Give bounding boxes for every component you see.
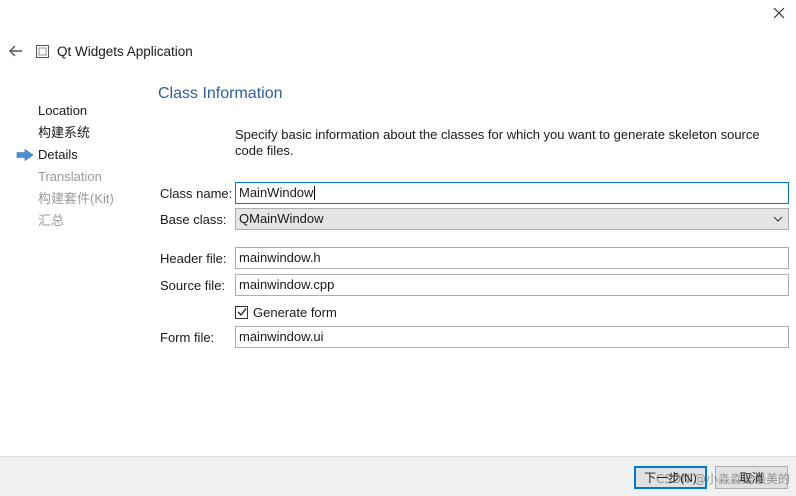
chevron-down-icon — [771, 216, 785, 222]
generate-form-label: Generate form — [253, 304, 337, 320]
step-label: Details — [38, 147, 78, 162]
step-kits: 构建套件(Kit) — [16, 188, 136, 210]
generate-form-checkbox[interactable] — [235, 305, 248, 319]
step-label: Location — [38, 103, 88, 118]
watermark: CSDN @小淼淼是最美的 — [655, 472, 790, 486]
step-label: Translation — [38, 169, 102, 184]
generate-form-checkbox-row[interactable]: Generate form — [235, 303, 337, 321]
form-file-label: Form file: — [160, 329, 215, 345]
back-button[interactable] — [6, 41, 26, 61]
current-step-arrow-icon — [16, 144, 38, 166]
step-details: Details — [16, 144, 136, 166]
class-name-input[interactable]: MainWindow — [235, 182, 789, 204]
application-icon — [35, 43, 51, 59]
step-summary: 汇总 — [16, 210, 136, 232]
header-file-row: Header file: mainwindow.h — [160, 247, 789, 269]
base-class-value: QMainWindow — [239, 211, 324, 226]
step-translation: Translation — [16, 166, 136, 188]
base-class-row: Base class: QMainWindow — [160, 208, 789, 230]
source-file-input[interactable]: mainwindow.cpp — [235, 274, 789, 296]
header-file-value: mainwindow.h — [239, 250, 321, 265]
step-build-system: 构建系统 — [16, 122, 136, 144]
form-file-input[interactable]: mainwindow.ui — [235, 326, 789, 348]
class-name-value: MainWindow — [239, 185, 314, 200]
form-file-row: Form file: mainwindow.ui — [160, 326, 789, 348]
page-title: Class Information — [158, 85, 283, 102]
arrow-left-icon — [9, 45, 22, 57]
step-location: Location — [16, 100, 136, 122]
close-icon — [773, 7, 785, 19]
wizard-header: Qt Widgets Application — [6, 40, 193, 62]
checkmark-icon — [237, 308, 247, 317]
source-file-row: Source file: mainwindow.cpp — [160, 274, 789, 296]
page-description: Specify basic information about the clas… — [235, 127, 760, 158]
header-file-label: Header file: — [160, 250, 227, 266]
class-name-label: Class name: — [160, 185, 233, 201]
source-file-value: mainwindow.cpp — [239, 277, 335, 292]
wizard-steps: Location 构建系统 Details Translation 构建套件(K… — [16, 100, 136, 232]
step-label: 构建套件(Kit) — [38, 191, 114, 206]
text-caret — [314, 186, 316, 200]
close-button[interactable] — [768, 3, 790, 23]
form-file-value: mainwindow.ui — [239, 329, 324, 344]
step-label: 构建系统 — [38, 125, 91, 140]
base-class-select[interactable]: QMainWindow — [235, 208, 789, 230]
window-title: Qt Widgets Application — [57, 43, 193, 59]
source-file-label: Source file: — [160, 277, 226, 293]
step-label: 汇总 — [38, 213, 65, 228]
class-name-row: Class name: MainWindow — [160, 182, 789, 204]
header-file-input[interactable]: mainwindow.h — [235, 247, 789, 269]
base-class-label: Base class: — [160, 211, 227, 227]
